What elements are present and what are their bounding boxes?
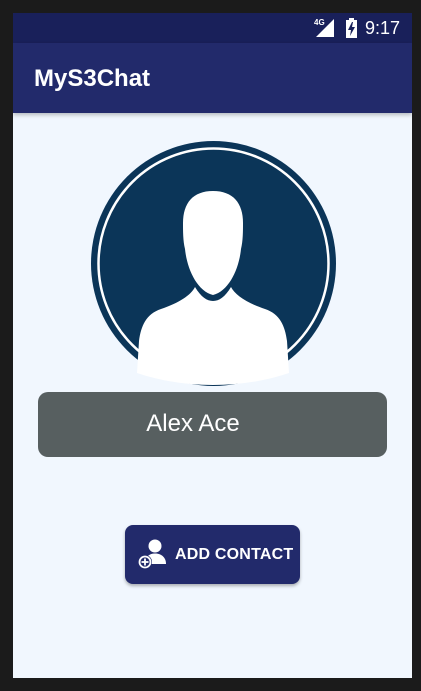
app-title: MyS3Chat <box>34 65 151 92</box>
add-contact-label: ADD CONTACT <box>175 546 294 563</box>
add-contact-button[interactable]: ADD CONTACT <box>125 525 300 584</box>
add-contact-icon <box>138 539 166 569</box>
signal-icon <box>316 19 334 37</box>
profile-name-card: Alex Ace <box>38 392 387 457</box>
status-bar: 4G 9:17 <box>13 13 412 43</box>
app-bar: MyS3Chat <box>13 43 412 113</box>
app-screen: 4G 9:17 MyS3Chat Alex Ace ADD CONTACT <box>13 13 412 678</box>
profile-name: Alex Ace <box>146 410 240 437</box>
status-time: 9:17 <box>365 18 401 38</box>
battery-charging-icon <box>346 18 357 38</box>
person-silhouette-icon <box>91 141 336 386</box>
